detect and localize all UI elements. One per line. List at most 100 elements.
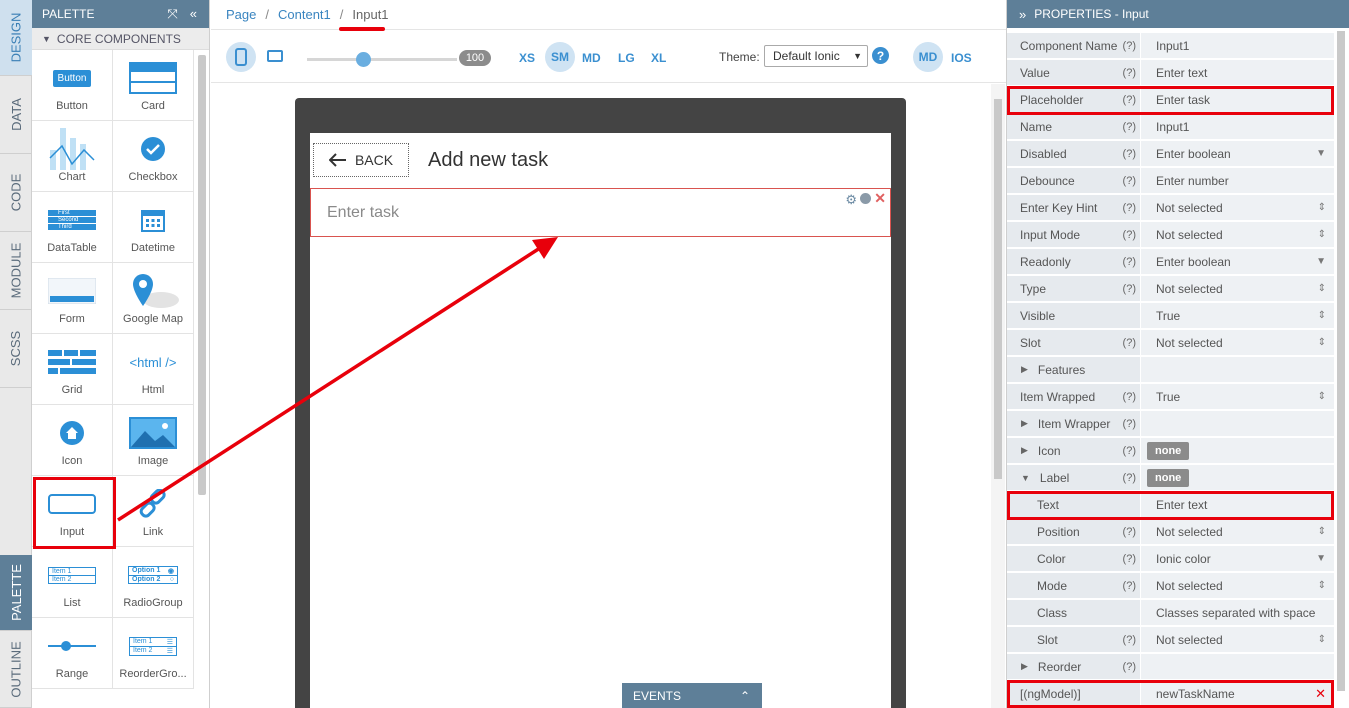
tab-module[interactable]: MODULE xyxy=(0,232,32,310)
hide-icon[interactable] xyxy=(860,193,871,204)
property-row[interactable]: Readonly (?) Enter boolean ▼ xyxy=(1007,249,1334,275)
breadcrumb-input[interactable]: Input1 xyxy=(352,7,388,22)
help-icon[interactable]: (?) xyxy=(1123,472,1136,484)
property-value[interactable]: Not selected ⇕ xyxy=(1141,573,1334,598)
property-value[interactable]: Not selected ⇕ xyxy=(1141,276,1334,301)
help-icon[interactable]: (?) xyxy=(1123,391,1136,403)
help-icon[interactable]: (?) xyxy=(1123,148,1136,160)
palette-item-html[interactable]: <html /> Html xyxy=(113,334,194,405)
property-value[interactable]: Input1 xyxy=(1141,33,1334,58)
select-arrow-icon[interactable]: ⇕ xyxy=(1318,526,1326,537)
collapse-left-icon[interactable]: « xyxy=(190,6,197,22)
tablet-device-icon[interactable] xyxy=(267,50,283,65)
help-icon[interactable]: (?) xyxy=(1123,445,1136,457)
help-icon[interactable]: (?) xyxy=(1123,634,1136,646)
property-row[interactable]: ▶ Reorder (?) xyxy=(1007,654,1334,680)
property-row[interactable]: ▶ Icon (?) none xyxy=(1007,438,1334,464)
property-value[interactable]: none xyxy=(1141,438,1334,463)
caret-down-icon[interactable]: ▼ xyxy=(1021,473,1030,483)
properties-scrollbar[interactable] xyxy=(1334,28,1348,708)
property-value[interactable]: Enter text xyxy=(1141,492,1334,517)
tab-palette[interactable]: PALETTE xyxy=(0,555,32,631)
palette-item-image[interactable]: Image xyxy=(113,405,194,476)
property-value[interactable] xyxy=(1141,357,1334,382)
palette-item-input[interactable]: Input xyxy=(32,476,113,547)
palette-item-google-map[interactable]: Google Map xyxy=(113,263,194,334)
property-value[interactable] xyxy=(1141,411,1334,436)
select-arrow-icon[interactable]: ⇕ xyxy=(1318,310,1326,321)
property-value[interactable]: Enter text xyxy=(1141,60,1334,85)
breakpoint-sm[interactable]: SM xyxy=(545,42,575,72)
property-row[interactable]: Component Name (?) Input1 xyxy=(1007,33,1334,59)
property-row[interactable]: Mode (?) Not selected ⇕ xyxy=(1007,573,1334,599)
breadcrumb-page[interactable]: Page xyxy=(226,7,256,22)
help-icon[interactable]: (?) xyxy=(1123,229,1136,241)
expand-icon[interactable]: ⤧ xyxy=(167,6,177,22)
tab-code[interactable]: CODE xyxy=(0,154,32,232)
select-arrow-icon[interactable]: ⇕ xyxy=(1318,580,1326,591)
property-value[interactable]: newTaskName ✕ xyxy=(1141,681,1334,706)
property-row[interactable]: Input Mode (?) Not selected ⇕ xyxy=(1007,222,1334,248)
help-icon[interactable]: (?) xyxy=(1123,553,1136,565)
select-arrow-icon[interactable]: ⇕ xyxy=(1318,229,1326,240)
events-panel-toggle[interactable]: EVENTS ⌃ xyxy=(622,683,762,708)
property-row[interactable]: ▼ Label (?) none xyxy=(1007,465,1334,491)
help-icon[interactable]: (?) xyxy=(1123,418,1136,430)
palette-item-list[interactable]: Item 1 Item 2 List xyxy=(32,547,113,618)
palette-item-range[interactable]: Range xyxy=(32,618,113,689)
palette-item-datatable[interactable]: First Second Third DataTable xyxy=(32,192,113,263)
property-value[interactable]: Enter number xyxy=(1141,168,1334,193)
property-row[interactable]: Enter Key Hint (?) Not selected ⇕ xyxy=(1007,195,1334,221)
help-icon[interactable]: (?) xyxy=(1123,661,1136,673)
property-row[interactable]: Item Wrapped (?) True ⇕ xyxy=(1007,384,1334,410)
property-row[interactable]: Value (?) Enter text xyxy=(1007,60,1334,86)
gear-icon[interactable]: ⚙ xyxy=(845,192,857,208)
select-arrow-icon[interactable]: ⇕ xyxy=(1318,283,1326,294)
back-button[interactable]: BACK xyxy=(313,143,409,177)
help-icon[interactable]: (?) xyxy=(1123,526,1136,538)
property-value[interactable]: Input1 xyxy=(1141,114,1334,139)
property-value[interactable]: Not selected ⇕ xyxy=(1141,627,1334,652)
tab-data[interactable]: DATA xyxy=(0,76,32,154)
property-value[interactable]: Not selected ⇕ xyxy=(1141,222,1334,247)
property-value[interactable]: True ⇕ xyxy=(1141,384,1334,409)
property-row[interactable]: Slot (?) Not selected ⇕ xyxy=(1007,627,1334,653)
palette-item-card[interactable]: Card xyxy=(113,50,194,121)
breakpoint-lg[interactable]: LG xyxy=(618,51,635,65)
caret-right-icon[interactable]: ▶ xyxy=(1021,661,1028,672)
clear-icon[interactable]: ✕ xyxy=(1315,686,1326,702)
breakpoint-xl[interactable]: XL xyxy=(651,51,666,65)
property-row[interactable]: Disabled (?) Enter boolean ▼ xyxy=(1007,141,1334,167)
expand-right-icon[interactable]: » xyxy=(1019,7,1026,22)
tab-outline[interactable]: OUTLINE xyxy=(0,631,32,708)
mode-ios[interactable]: IOS xyxy=(951,51,972,65)
zoom-slider-handle[interactable] xyxy=(356,52,371,67)
select-arrow-icon[interactable]: ⇕ xyxy=(1318,391,1326,402)
property-row[interactable]: Position (?) Not selected ⇕ xyxy=(1007,519,1334,545)
palette-item-datetime[interactable]: Datetime xyxy=(113,192,194,263)
zoom-slider[interactable] xyxy=(307,58,457,61)
tab-design[interactable]: DESIGN xyxy=(0,0,32,76)
palette-item-chart[interactable]: Chart xyxy=(32,121,113,192)
property-value[interactable]: Classes separated with space xyxy=(1141,600,1334,625)
palette-item-grid[interactable]: Grid xyxy=(32,334,113,405)
property-value[interactable]: Enter task xyxy=(1141,87,1334,112)
help-icon[interactable]: (?) xyxy=(1123,67,1136,79)
caret-right-icon[interactable]: ▶ xyxy=(1021,364,1028,375)
property-value[interactable]: Not selected ⇕ xyxy=(1141,519,1334,544)
help-icon[interactable]: ? xyxy=(872,47,889,64)
palette-section-core[interactable]: ▼ CORE COMPONENTS xyxy=(32,28,209,50)
property-row[interactable]: Text Enter text xyxy=(1007,492,1334,518)
theme-select[interactable]: Default Ionic ▼ xyxy=(764,45,868,67)
help-icon[interactable]: (?) xyxy=(1123,256,1136,268)
help-icon[interactable]: (?) xyxy=(1123,94,1136,106)
palette-item-checkbox[interactable]: Checkbox xyxy=(113,121,194,192)
close-icon[interactable]: ✕ xyxy=(874,190,886,207)
help-icon[interactable]: (?) xyxy=(1123,121,1136,133)
select-arrow-icon[interactable]: ▼ xyxy=(1316,148,1326,159)
property-row[interactable]: Name (?) Input1 xyxy=(1007,114,1334,140)
property-row[interactable]: Color (?) Ionic color ▼ xyxy=(1007,546,1334,572)
property-value[interactable] xyxy=(1141,654,1334,679)
tab-scss[interactable]: SCSS xyxy=(0,310,32,388)
help-icon[interactable]: (?) xyxy=(1123,175,1136,187)
